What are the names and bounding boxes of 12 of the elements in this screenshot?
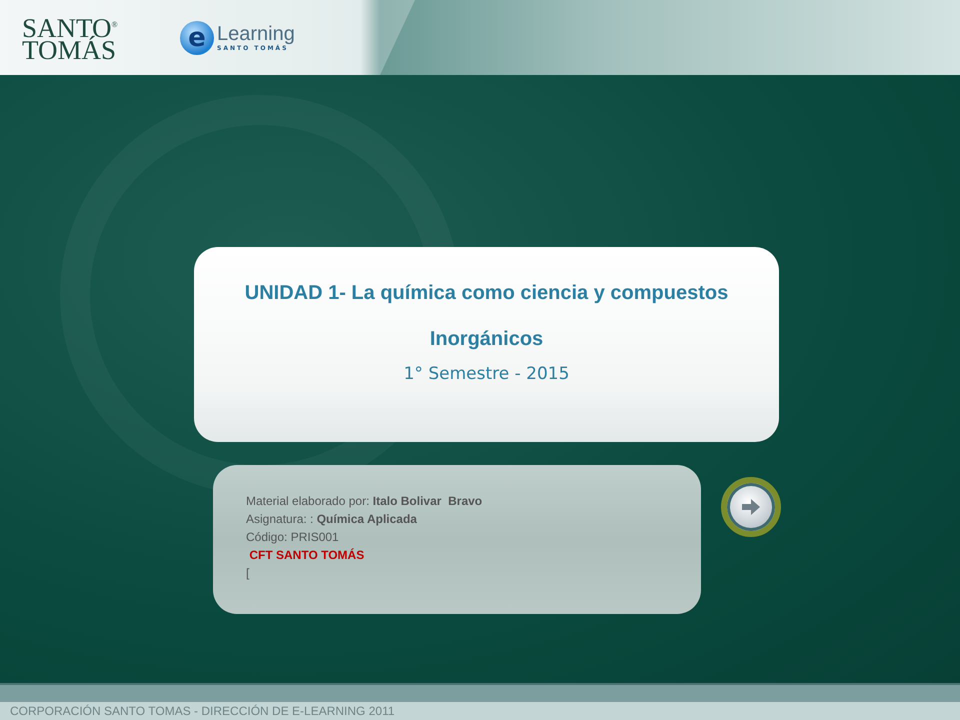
logo-text: SANTO$^{®}$ — [22, 14, 118, 39]
title: UNIDAD 1- La química como ciencia y compuestos Inorgánicos — [244, 281, 730, 352]
info-line: CFT SANTO TOMÁS — [248, 547, 364, 564]
info-line: Material elaborado por: Italo Bolivar Bravo — [246, 493, 482, 510]
subtitle: 1° Semestre - 2015 — [404, 364, 570, 384]
footer-text: CORPORACIÓN SANTO TOMAS - DIRECCIÓN DE E-LEARNING 2011 — [10, 704, 395, 718]
info-line: Asignatura: : Química Aplicada — [246, 511, 417, 528]
logo-text: Learning — [217, 23, 295, 45]
info-line: Código: PRIS001 — [246, 529, 339, 546]
e-logo-icon: e — [180, 20, 214, 54]
arrow-right-icon — [740, 496, 762, 518]
info-line: [ — [246, 565, 250, 582]
